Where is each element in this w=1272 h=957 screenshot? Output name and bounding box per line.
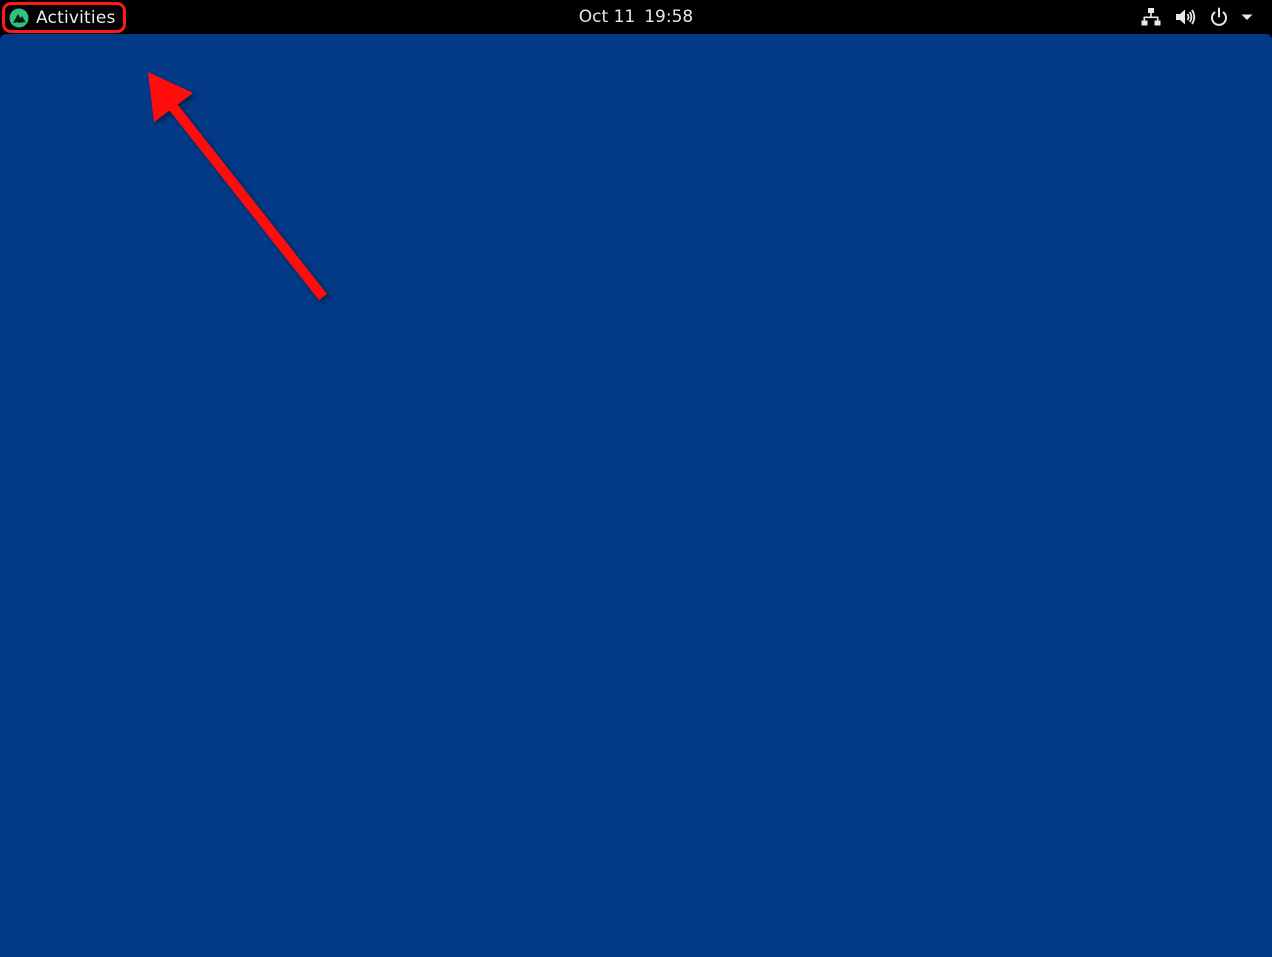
clock[interactable]: Oct 11 19:58 (0, 0, 1272, 34)
system-menu[interactable] (1128, 0, 1254, 34)
power-icon (1208, 6, 1230, 28)
top-bar: Activities Oct 11 19:58 (0, 0, 1272, 34)
screen: Activities Oct 11 19:58 (0, 0, 1272, 957)
clock-date: Oct 11 (578, 7, 636, 27)
volume-icon (1174, 6, 1196, 28)
chevron-down-icon (1240, 6, 1254, 28)
network-icon (1140, 6, 1162, 28)
clock-time: 19:58 (644, 7, 694, 27)
desktop-background[interactable] (0, 34, 1272, 957)
